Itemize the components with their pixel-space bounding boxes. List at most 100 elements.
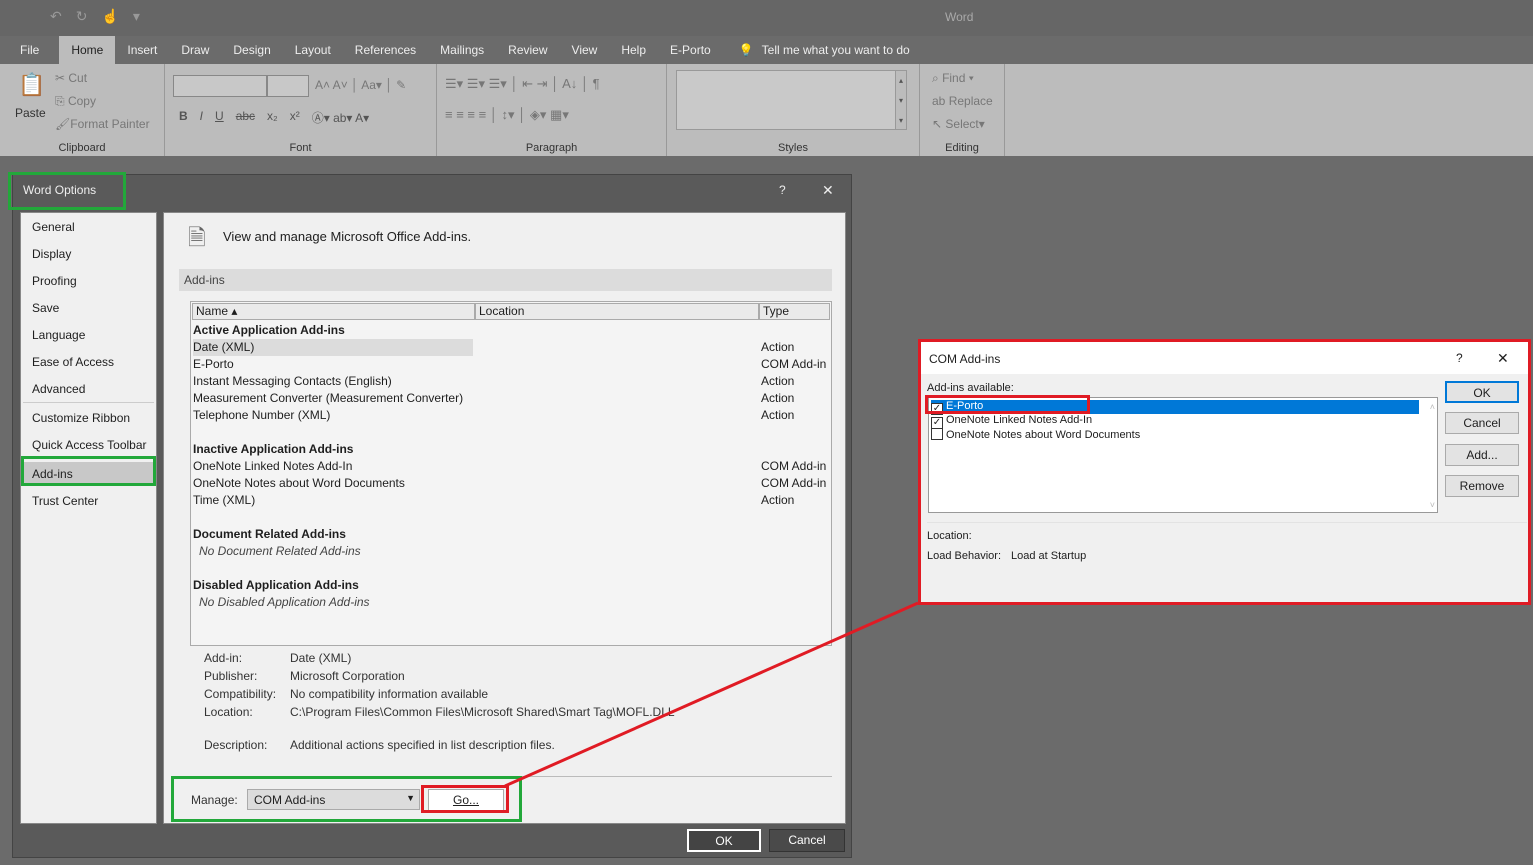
add-ins-list[interactable]: Name ▴ Location Type Active Application … — [190, 301, 832, 646]
underline-button[interactable]: U — [215, 109, 224, 126]
com-help-button[interactable]: ? — [1456, 351, 1463, 365]
checkbox[interactable] — [931, 428, 943, 440]
tell-me-search[interactable]: Tell me what you want to do — [762, 43, 910, 57]
add-in-name: E-Porto — [193, 357, 234, 371]
sidebar-item-display[interactable]: Display — [21, 242, 156, 266]
table-row[interactable]: Telephone Number (XML) Action — [193, 407, 831, 424]
scroll-down-icon[interactable]: ˅ — [1430, 500, 1435, 510]
ok-button[interactable]: OK — [687, 829, 761, 852]
list-buttons-icons[interactable]: ☰▾ ☰▾ ☰▾ │ ⇤ ⇥ │ A↓ │ ¶ — [445, 76, 600, 92]
table-row[interactable]: Date (XML) Action — [193, 339, 831, 356]
table-row[interactable]: OneNote Linked Notes Add-In COM Add-in — [193, 458, 831, 475]
find-button[interactable]: ⌕ Find ▾ — [932, 71, 974, 86]
brush-icon: 🖌 — [55, 117, 71, 131]
tab-draw[interactable]: Draw — [169, 36, 221, 64]
ribbon-tabs: File Home Insert Draw Design Layout Refe… — [0, 36, 910, 64]
replace-icon: ab — [932, 94, 949, 108]
undo-icon[interactable]: ↶ — [50, 8, 62, 25]
scroll-up-icon[interactable]: ˄ — [1430, 402, 1435, 412]
styles-gallery[interactable] — [676, 70, 896, 130]
tab-design[interactable]: Design — [221, 36, 282, 64]
column-location[interactable]: Location — [475, 303, 759, 320]
com-cancel-button[interactable]: Cancel — [1445, 412, 1519, 434]
tab-references[interactable]: References — [343, 36, 428, 64]
com-add-ins-list[interactable]: ✓ E-Porto ✓ OneNote Linked Notes Add-In OneN… — [928, 397, 1438, 513]
table-row[interactable]: E-Porto COM Add-in — [193, 356, 831, 373]
com-add-in-item[interactable]: OneNote Notes about Word Documents — [931, 428, 1140, 442]
cancel-button[interactable]: Cancel — [769, 829, 845, 852]
text-effects-icon[interactable]: Ⓐ▾ ab▾ A▾ — [312, 109, 369, 126]
sidebar-item-language[interactable]: Language — [21, 323, 156, 347]
paragraph-group: ☰▾ ☰▾ ☰▾ │ ⇤ ⇥ │ A↓ │ ¶ ≡ ≡ ≡ ≡ │ ↕▾ │ ◈… — [437, 64, 667, 156]
com-remove-button[interactable]: Remove — [1445, 475, 1519, 497]
tab-review[interactable]: Review — [496, 36, 559, 64]
com-add-in-item[interactable]: ✓ OneNote Linked Notes Add-In — [931, 414, 1092, 429]
group-header: Inactive Application Add-ins — [193, 442, 354, 456]
font-format-buttons: B I Uabc x₂ x² Ⓐ▾ ab▾ A▾ — [179, 109, 369, 126]
table-row[interactable]: Measurement Converter (Measurement Conve… — [193, 390, 831, 407]
font-name-box[interactable] — [173, 75, 267, 97]
italic-button[interactable]: I — [200, 109, 203, 126]
tab-mailings[interactable]: Mailings — [428, 36, 496, 64]
add-in-type: Action — [761, 374, 795, 388]
table-row[interactable]: Time (XML) Action — [193, 492, 831, 509]
tab-layout[interactable]: Layout — [283, 36, 343, 64]
tab-help[interactable]: Help — [609, 36, 658, 64]
sidebar-item-proofing[interactable]: Proofing — [21, 269, 156, 293]
scissors-icon: ✂ — [55, 71, 69, 85]
alignment-buttons-icons[interactable]: ≡ ≡ ≡ ≡ │ ↕▾ │ ◈▾ ▦▾ — [445, 107, 569, 123]
styles-scroll[interactable]: ▴ ▾ ▾ — [895, 70, 907, 130]
strikethrough-button[interactable]: abc — [236, 109, 255, 126]
bold-button[interactable]: B — [179, 109, 188, 126]
table-row[interactable]: Instant Messaging Contacts (English) Acti… — [193, 373, 831, 390]
detail-value: No compatibility information available — [290, 687, 489, 701]
format-painter-label: Format Painter — [70, 117, 150, 131]
paste-button[interactable]: Paste — [15, 106, 46, 120]
sidebar-item-general[interactable]: General — [21, 215, 156, 239]
column-type[interactable]: Type — [759, 303, 830, 320]
touch-mode-icon[interactable]: ☝ — [101, 8, 118, 25]
add-in-type: Action — [761, 391, 795, 405]
subscript-button[interactable]: x₂ — [267, 109, 278, 126]
tab-home[interactable]: Home — [59, 36, 116, 64]
font-size-box[interactable] — [267, 75, 309, 97]
tab-e-porto[interactable]: E-Porto — [658, 36, 723, 64]
font-grow-shrink-icons[interactable]: A˄ A˅ │ Aa▾ │ ✎ — [315, 78, 406, 92]
sidebar-item-advanced[interactable]: Advanced — [21, 377, 156, 401]
replace-button[interactable]: ab Replace — [932, 94, 993, 108]
copy-button[interactable]: ⎘ Copy — [55, 94, 96, 109]
page-heading: View and manage Microsoft Office Add-ins… — [223, 229, 472, 244]
tab-file[interactable]: File — [0, 36, 59, 64]
sidebar-item-save[interactable]: Save — [21, 296, 156, 320]
tab-view[interactable]: View — [560, 36, 610, 64]
detail-value: Additional actions specified in list des… — [290, 738, 555, 752]
cut-button[interactable]: ✂ Cut — [55, 71, 87, 85]
add-in-type: Action — [761, 340, 795, 354]
com-ok-button[interactable]: OK — [1445, 381, 1519, 403]
sidebar-item-ease-of-access[interactable]: Ease of Access — [21, 350, 156, 374]
format-painter-button[interactable]: 🖌Format Painter — [55, 117, 150, 131]
sidebar-divider — [23, 402, 154, 403]
add-in-type: COM Add-in — [761, 357, 827, 371]
customize-qat-icon[interactable]: ▾ — [133, 8, 140, 25]
copy-label: Copy — [67, 94, 96, 108]
group-header: Active Application Add-ins — [193, 323, 345, 337]
select-button[interactable]: ↖ Select▾ — [932, 117, 985, 131]
superscript-button[interactable]: x² — [290, 109, 300, 126]
com-close-button[interactable]: ✕ — [1497, 350, 1509, 367]
column-name[interactable]: Name ▴ — [192, 303, 475, 320]
com-add-button[interactable]: Add... — [1445, 444, 1519, 466]
com-divider — [927, 522, 1527, 523]
sidebar-item-quick-access-toolbar[interactable]: Quick Access Toolbar — [21, 433, 156, 457]
redo-icon[interactable]: ↻ — [76, 8, 88, 25]
table-row[interactable]: OneNote Notes about Word Documents COM Ad… — [193, 475, 831, 492]
empty-group-text: No Disabled Application Add-ins — [199, 595, 370, 609]
styles-group: ▴ ▾ ▾ Styles — [667, 64, 920, 156]
sidebar-item-trust-center[interactable]: Trust Center — [21, 489, 156, 513]
app-title: Word — [945, 10, 974, 24]
lightbulb-icon: 💡 — [738, 43, 754, 57]
sidebar-item-customize-ribbon[interactable]: Customize Ribbon — [21, 406, 156, 430]
tab-insert[interactable]: Insert — [115, 36, 169, 64]
help-button[interactable]: ? — [779, 183, 786, 197]
close-button[interactable]: ✕ — [822, 182, 834, 199]
